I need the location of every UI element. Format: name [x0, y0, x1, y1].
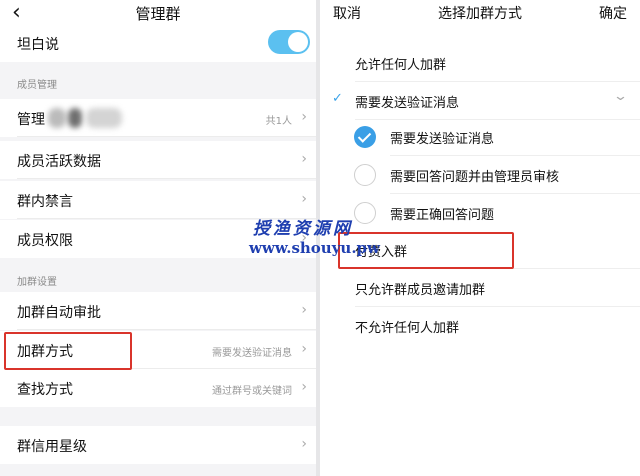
- permissions-label: 成员权限: [17, 233, 73, 249]
- blurred-avatar: [86, 108, 122, 128]
- option-need-verify[interactable]: ✓ 需要发送验证消息 ⌄: [320, 82, 640, 120]
- check-icon: ✓: [332, 91, 343, 106]
- tanbai-toggle[interactable]: [268, 30, 310, 54]
- confirm-button[interactable]: 确定: [599, 3, 627, 23]
- right-header: 取消 选择加群方式 确定: [320, 0, 640, 26]
- member-count: 共1人: [265, 116, 292, 127]
- sub-option-label: 需要正确回答问题: [390, 208, 495, 223]
- chevron-down-icon: ⌄: [612, 89, 629, 104]
- auto-approve-label: 加群自动审批: [17, 305, 101, 321]
- manage-group-label: 管理: [17, 112, 45, 128]
- radio-unchecked-icon[interactable]: [354, 202, 376, 224]
- page-title: 选择加群方式: [438, 6, 522, 22]
- tanbai-label: 坦白说: [17, 37, 59, 53]
- mute-label: 群内禁言: [17, 194, 73, 210]
- toggle-knob: [288, 32, 308, 52]
- blurred-avatar: [48, 108, 66, 128]
- option-deny-all[interactable]: 不允许任何人加群: [320, 307, 640, 345]
- sub-option-question-admin[interactable]: 需要回答问题并由管理员审核: [320, 156, 640, 194]
- radio-unchecked-icon[interactable]: [354, 164, 376, 186]
- chevron-right-icon: ›: [301, 436, 307, 452]
- option-label: 只允许群成员邀请加群: [355, 283, 486, 298]
- tanbai-row: 坦白说: [0, 28, 316, 62]
- page-title: 管理群: [135, 5, 181, 23]
- member-activity-row[interactable]: 成员活跃数据 ›: [0, 141, 316, 179]
- find-method-label: 查找方式: [17, 382, 73, 398]
- divider: [17, 136, 316, 137]
- chevron-right-icon: ›: [301, 191, 307, 207]
- sub-option-verify-message[interactable]: 需要发送验证消息: [320, 118, 640, 156]
- credit-level-label: 群信用星级: [17, 439, 87, 455]
- chevron-right-icon: ›: [301, 109, 307, 125]
- sub-option-label: 需要回答问题并由管理员审核: [390, 170, 560, 185]
- option-label: 需要发送验证消息: [355, 96, 460, 111]
- divider: [17, 178, 316, 179]
- option-label: 不允许任何人加群: [355, 321, 460, 336]
- auto-approve-row[interactable]: 加群自动审批 ›: [0, 292, 316, 330]
- chevron-right-icon: ›: [301, 379, 307, 395]
- find-method-value: 通过群号或关键词: [212, 386, 292, 397]
- section-join-settings: 加群设置: [17, 277, 57, 288]
- watermark-title: 授渔资源网: [253, 219, 353, 239]
- member-activity-label: 成员活跃数据: [17, 154, 101, 170]
- credit-level-row[interactable]: 群信用星级 ›: [0, 426, 316, 464]
- manage-group-row[interactable]: 管理 共1人 ›: [0, 99, 316, 137]
- find-method-row[interactable]: 查找方式 通过群号或关键词 ›: [0, 369, 316, 407]
- blurred-avatar: [68, 108, 82, 128]
- chevron-right-icon: ›: [301, 302, 307, 318]
- join-method-panel: 取消 选择加群方式 确定 允许任何人加群 ✓ 需要发送验证消息 ⌄ 需要发送验证…: [320, 0, 640, 476]
- chevron-right-icon: ›: [301, 341, 307, 357]
- highlight-box: [4, 332, 132, 370]
- chevron-right-icon: ›: [301, 151, 307, 167]
- sub-option-correct-answer[interactable]: 需要正确回答问题: [320, 194, 640, 232]
- option-allow-anyone[interactable]: 允许任何人加群: [320, 44, 640, 82]
- option-label: 允许任何人加群: [355, 58, 447, 73]
- watermark-url: www.shouyu.pw: [249, 239, 380, 257]
- sub-option-label: 需要发送验证消息: [390, 132, 495, 147]
- radio-checked-icon[interactable]: [354, 126, 376, 148]
- join-method-value: 需要发送验证消息: [212, 348, 292, 359]
- divider: [17, 329, 316, 330]
- left-header: ‹ 管理群: [0, 0, 316, 30]
- section-member-management: 成员管理: [17, 80, 57, 91]
- option-members-invite-only[interactable]: 只允许群成员邀请加群: [320, 269, 640, 307]
